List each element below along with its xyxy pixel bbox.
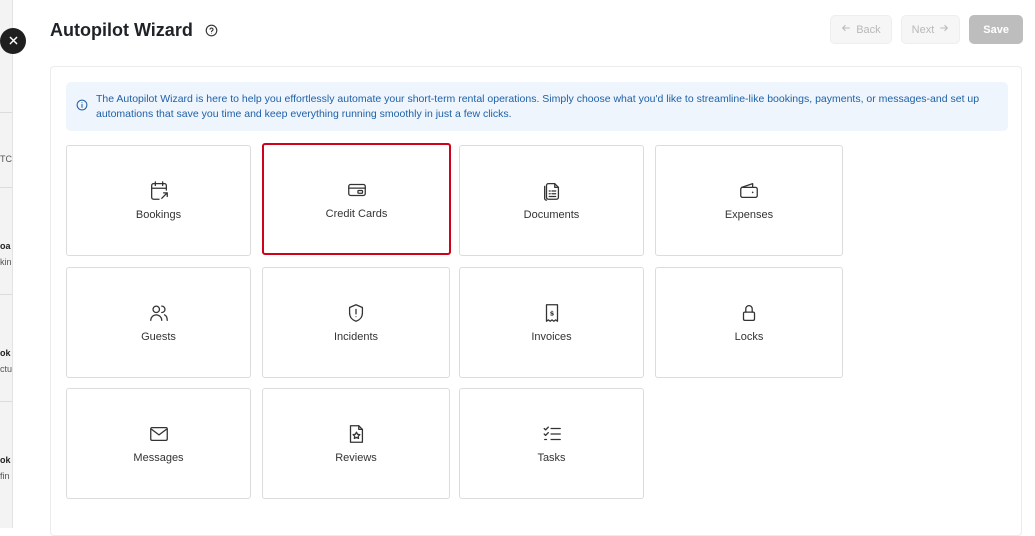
lock-icon <box>738 302 760 324</box>
category-label: Bookings <box>135 209 182 221</box>
category-card-documents[interactable]: Documents <box>459 145 644 256</box>
wallet-icon <box>738 180 760 202</box>
save-button[interactable]: Save <box>969 15 1023 44</box>
background-text-fragment: ok <box>0 348 11 358</box>
category-card-tasks[interactable]: Tasks <box>459 388 644 499</box>
category-card-credit-cards[interactable]: Credit Cards <box>262 143 451 255</box>
calendar-arrow-icon <box>148 180 170 202</box>
background-text-fragment: kin <box>0 257 12 267</box>
category-card-invoices[interactable]: $ Invoices <box>459 267 644 378</box>
background-text-fragment: oa <box>0 241 11 251</box>
category-label: Expenses <box>724 209 774 221</box>
arrow-right-icon <box>939 23 949 36</box>
category-label: Locks <box>734 331 764 343</box>
category-label: Credit Cards <box>325 207 388 220</box>
background-text-fragment: TC <box>0 154 12 164</box>
save-label: Save <box>983 23 1009 36</box>
category-label: Guests <box>141 331 176 343</box>
arrow-left-icon <box>841 23 851 36</box>
wizard-actions: Back Next Save <box>830 15 1023 44</box>
category-label: Invoices <box>531 331 572 343</box>
documents-icon <box>541 180 563 202</box>
category-card-incidents[interactable]: Incidents <box>262 267 450 378</box>
category-label: Documents <box>523 209 580 221</box>
svg-text:$: $ <box>549 309 554 317</box>
back-label: Back <box>856 23 881 36</box>
close-icon <box>9 32 18 50</box>
category-card-expenses[interactable]: Expenses <box>655 145 843 256</box>
divider <box>0 187 12 188</box>
page-title: Autopilot Wizard <box>50 20 193 40</box>
category-label: Messages <box>133 452 184 464</box>
background-text-fragment: ok <box>0 455 11 465</box>
category-label: Incidents <box>333 331 379 343</box>
info-banner: The Autopilot Wizard is here to help you… <box>66 82 1008 131</box>
category-card-bookings[interactable]: Bookings <box>66 145 251 256</box>
background-text-fragment: fin <box>0 471 10 481</box>
category-card-locks[interactable]: Locks <box>655 267 843 378</box>
background-text-fragment: ctu <box>0 364 13 374</box>
category-label: Reviews <box>335 452 377 464</box>
task-list-icon <box>541 423 563 445</box>
category-card-messages[interactable]: Messages <box>66 388 251 499</box>
review-star-icon <box>345 423 367 445</box>
invoice-icon: $ <box>541 302 563 324</box>
mail-icon <box>148 423 170 445</box>
next-button[interactable]: Next <box>900 15 961 44</box>
wizard-panel: Autopilot Wizard Back Next Save The Auto… <box>12 0 1035 536</box>
shield-alert-icon <box>345 302 367 324</box>
divider <box>0 112 12 113</box>
info-icon <box>76 98 88 116</box>
credit-card-icon <box>346 179 368 201</box>
divider <box>0 294 12 295</box>
category-card-guests[interactable]: Guests <box>66 267 251 378</box>
info-banner-text: The Autopilot Wizard is here to help you… <box>96 92 980 120</box>
divider <box>0 401 12 402</box>
wizard-header: Autopilot Wizard <box>50 20 218 41</box>
back-button[interactable]: Back <box>830 15 892 44</box>
help-icon[interactable] <box>205 24 218 37</box>
users-icon <box>148 302 170 324</box>
category-label: Tasks <box>537 452 566 464</box>
wizard-content: The Autopilot Wizard is here to help you… <box>50 66 1022 536</box>
close-button[interactable] <box>0 28 26 54</box>
next-label: Next <box>911 23 935 36</box>
category-card-reviews[interactable]: Reviews <box>262 388 450 499</box>
